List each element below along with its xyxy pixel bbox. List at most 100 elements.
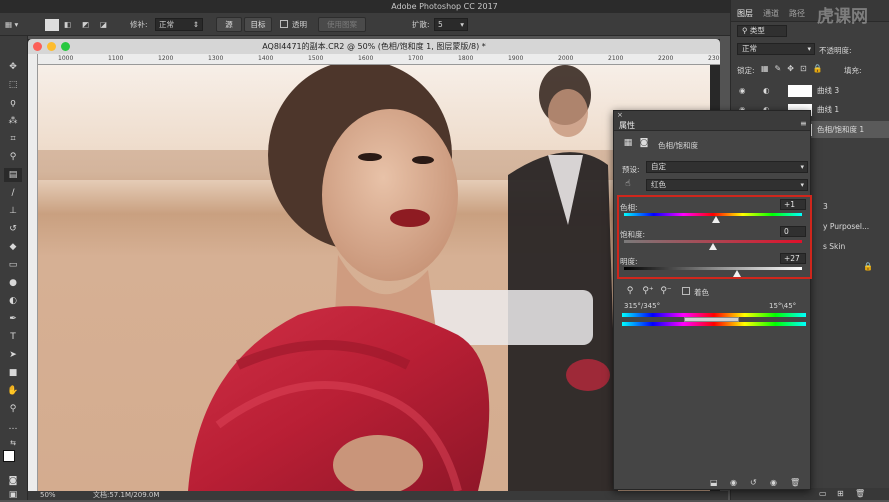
pen-tool-icon[interactable]: ✒ <box>4 312 22 326</box>
blend-mode-select[interactable]: 正常 ▾ <box>737 43 815 55</box>
minimize-window-icon[interactable] <box>47 42 56 51</box>
document-size-info[interactable]: 文档:57.1M/209.0M <box>93 491 159 500</box>
preset-select[interactable]: 自定 ▾ <box>646 161 808 173</box>
more-tools-icon[interactable]: … <box>4 420 22 434</box>
ruler-tick-label: 1700 <box>408 55 424 62</box>
hand-tool-icon[interactable]: ✋ <box>4 384 22 398</box>
layer-name: 曲线 3 <box>817 86 840 95</box>
patch-tool-icon[interactable]: ▦ ▾ <box>5 18 18 31</box>
path-selection-icon[interactable]: ➤ <box>4 348 22 362</box>
eyedropper-tool-icon[interactable]: ⚲ <box>4 150 22 164</box>
gradient-tool-icon[interactable]: ▭ <box>4 258 22 272</box>
lightness-slider-track[interactable] <box>624 267 802 270</box>
close-icon[interactable]: × <box>617 111 623 119</box>
target-button[interactable]: 目标 <box>244 17 272 32</box>
ruler-tick-label: 2100 <box>608 55 624 62</box>
new-layer-icon[interactable]: ⊞ <box>837 489 844 498</box>
maximize-window-icon[interactable] <box>61 42 70 51</box>
new-group-icon[interactable]: ▭ <box>819 489 827 498</box>
lightness-value-field[interactable]: +27 <box>780 253 806 264</box>
adjustment-type-icon[interactable]: ▦ <box>622 137 634 149</box>
properties-tab-label[interactable]: 属性 <box>619 120 635 131</box>
quick-mask-icon[interactable]: ◙ <box>4 474 22 488</box>
lock-icon: 🔒 <box>863 262 873 271</box>
magic-wand-tool-icon[interactable]: ⁂ <box>4 114 22 128</box>
use-pattern-button[interactable]: 使用图案 <box>318 17 366 32</box>
targeted-adjustment-hand-icon[interactable]: ☝ <box>622 178 634 190</box>
canvas[interactable] <box>38 65 710 491</box>
add-selection-icon[interactable]: ◧ <box>64 18 71 31</box>
subtract-selection-icon[interactable]: ◩ <box>82 18 89 31</box>
adjustment-icon: ◐ <box>763 86 770 95</box>
saturation-slider-thumb[interactable] <box>709 243 717 250</box>
diffusion-select[interactable]: 5 ▾ <box>434 18 468 31</box>
mask-icon[interactable]: ◙ <box>638 137 650 149</box>
eye-icon[interactable]: ◉ <box>739 82 746 99</box>
document-tab[interactable]: AQ8I4471的副本.CR2 @ 50% (色相/饱和度 1, 图层蒙版/8)… <box>28 39 720 54</box>
hue-slider-thumb[interactable] <box>711 216 720 223</box>
foreground-color-swatch[interactable] <box>3 450 15 462</box>
ruler-tick-label: 1900 <box>508 55 524 62</box>
saturation-value-field[interactable]: 0 <box>780 226 806 237</box>
marquee-tool-icon[interactable]: ⬚ <box>4 78 22 92</box>
blur-tool-icon[interactable]: ● <box>4 276 22 290</box>
subtract-from-sample-eyedropper-icon[interactable]: ⚲⁻ <box>660 285 672 297</box>
layer-name: s Skin <box>823 242 846 251</box>
zoom-tool-icon[interactable]: ⚲ <box>4 402 22 416</box>
layer-row[interactable]: ◉ ◐ 曲线 3 <box>731 82 889 99</box>
rectangle-tool-icon[interactable]: ■ <box>4 366 22 380</box>
status-bar: 50% 文档:57.1M/209.0M <box>28 491 728 500</box>
brush-tool-icon[interactable]: ∕ <box>4 186 22 200</box>
patch-tool-active-icon[interactable]: ▤ <box>4 168 22 182</box>
horizontal-ruler[interactable]: 1000 1100 1200 1300 1400 1500 1600 1700 1800 1900… <box>38 54 720 65</box>
reset-icon[interactable]: ↺ <box>750 478 757 487</box>
colorize-checkbox[interactable] <box>682 287 690 295</box>
saturation-label: 饱和度: <box>620 230 646 239</box>
swap-colors-icon[interactable]: ⇆ <box>4 436 22 450</box>
vertical-ruler[interactable] <box>28 54 38 491</box>
hue-value-field[interactable]: +1 <box>780 199 806 210</box>
patch-mode-value: 正常 <box>159 20 174 29</box>
intersect-selection-icon[interactable]: ◪ <box>100 18 107 31</box>
transparent-checkbox[interactable] <box>280 20 288 28</box>
tab-paths[interactable]: 路径 <box>789 8 805 19</box>
ruler-tick-label: 1400 <box>258 55 274 62</box>
layer-kind-filter[interactable]: ⚲ 类型 <box>737 25 787 37</box>
range-left-readout: 315°/345° <box>624 302 661 310</box>
crop-tool-icon[interactable]: ⌗ <box>4 132 22 146</box>
ruler-tick-label: 2300 <box>708 55 720 62</box>
tools-panel: ✥ ⬚ ϙ ⁂ ⌗ ⚲ ▤ ∕ ⊥ ↺ ◆ ▭ ● ◐ ✒ T ➤ ■ ✋ ⚲ … <box>0 36 28 500</box>
move-tool-icon[interactable]: ✥ <box>4 60 22 74</box>
add-to-sample-eyedropper-icon[interactable]: ⚲⁺ <box>642 285 654 297</box>
lock-icons[interactable]: ▦✎✥⊡🔒 <box>761 64 829 73</box>
stamp-tool-icon[interactable]: ⊥ <box>4 204 22 218</box>
tab-channels[interactable]: 通道 <box>763 8 779 19</box>
layer-name: y Purposel... <box>823 222 870 231</box>
preset-value: 自定 <box>651 162 666 171</box>
view-previous-icon[interactable]: ◉ <box>730 478 737 487</box>
visibility-icon[interactable]: ◉ <box>770 478 777 487</box>
tab-layers[interactable]: 图层 <box>737 8 753 19</box>
panel-menu-icon[interactable]: ≡ <box>800 119 807 128</box>
lasso-tool-icon[interactable]: ϙ <box>4 96 22 110</box>
patch-mode-select[interactable]: 正常 ⇕ <box>155 18 203 31</box>
type-tool-icon[interactable]: T <box>4 330 22 344</box>
channel-select[interactable]: 红色 ▾ <box>646 179 808 191</box>
new-selection-icon[interactable] <box>45 19 59 31</box>
layer-name: 曲线 1 <box>817 105 840 114</box>
adjustment-name: 色相/饱和度 <box>658 141 699 150</box>
zoom-level[interactable]: 50% <box>40 491 56 500</box>
eraser-tool-icon[interactable]: ◆ <box>4 240 22 254</box>
chevron-down-icon: ▾ <box>800 163 804 171</box>
eyedropper-icon[interactable]: ⚲ <box>624 285 636 297</box>
delete-icon[interactable]: 🗑 <box>790 478 800 487</box>
close-window-icon[interactable] <box>33 42 42 51</box>
source-button[interactable]: 源 <box>216 17 242 32</box>
clip-to-layer-icon[interactable]: ⬓ <box>710 478 718 487</box>
dodge-tool-icon[interactable]: ◐ <box>4 294 22 308</box>
lightness-slider-thumb[interactable] <box>733 270 742 277</box>
layer-name: 3 <box>823 202 828 211</box>
kind-filter-value: 类型 <box>749 26 765 35</box>
delete-layer-icon[interactable]: 🗑 <box>855 489 865 498</box>
history-brush-icon[interactable]: ↺ <box>4 222 22 236</box>
